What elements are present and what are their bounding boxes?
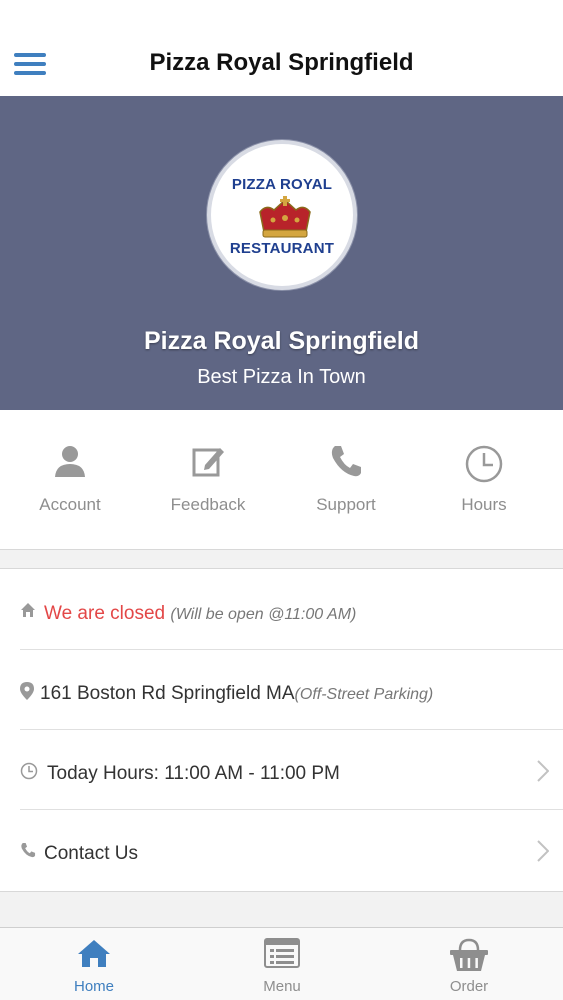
account-button[interactable]: Account xyxy=(0,410,140,550)
tab-home[interactable]: Home xyxy=(0,928,188,1000)
tab-home-label: Home xyxy=(73,978,114,995)
clock-icon xyxy=(20,762,38,780)
account-label: Account xyxy=(39,495,101,514)
contact-text: Contact Us xyxy=(44,843,138,864)
page-title: Pizza Royal Springfield xyxy=(149,49,414,76)
home-icon xyxy=(78,940,110,967)
crown-icon xyxy=(259,196,311,238)
tab-order[interactable]: Order xyxy=(375,928,563,1000)
logo-text-bottom: RESTAURANT xyxy=(229,240,335,257)
clock-icon xyxy=(465,445,503,483)
parking-note: (Off-Street Parking) xyxy=(294,686,434,703)
chevron-right-icon xyxy=(537,760,549,782)
restaurant-tagline: Best Pizza In Town xyxy=(197,366,366,388)
tab-order-label: Order xyxy=(449,978,489,995)
street-address: 161 Boston Rd Springfield MA xyxy=(40,683,295,704)
status-text: We are closed (Will be open @11:00 AM) xyxy=(44,603,356,625)
basket-icon xyxy=(450,938,488,971)
address-row[interactable]: 161 Boston Rd Springfield MA(Off-Street … xyxy=(20,650,563,730)
menu-list-icon xyxy=(264,938,300,968)
hours-label: Hours xyxy=(461,495,507,514)
top-bar: Pizza Royal Springfield xyxy=(0,0,563,96)
quick-actions-bar: Account Feedback Support Hours xyxy=(0,410,563,550)
section-divider xyxy=(0,550,563,569)
hours-button[interactable]: Hours xyxy=(414,410,554,550)
feedback-button[interactable]: Feedback xyxy=(138,410,278,550)
tab-menu[interactable]: Menu xyxy=(188,928,376,1000)
support-label: Support xyxy=(316,495,376,514)
tab-menu-label: Menu xyxy=(263,978,301,995)
store-icon xyxy=(21,603,35,617)
status-row: We are closed (Will be open @11:00 AM) xyxy=(20,570,563,650)
phone-icon xyxy=(21,842,36,858)
info-list: We are closed (Will be open @11:00 AM) 1… xyxy=(0,570,563,892)
chevron-right-icon xyxy=(537,840,549,862)
user-icon xyxy=(55,446,85,477)
hero-banner: PIZZA ROYAL RESTAURANT Pizza Royal Sprin… xyxy=(0,96,563,410)
bottom-tab-bar: Home Menu Order xyxy=(0,927,563,1000)
today-hours-text: Today Hours: 11:00 AM - 11:00 PM xyxy=(47,763,340,784)
support-button[interactable]: Support xyxy=(276,410,416,550)
logo-text-top: PIZZA ROYAL xyxy=(231,176,333,193)
edit-icon xyxy=(192,448,224,477)
phone-icon xyxy=(331,446,361,477)
today-hours-row[interactable]: Today Hours: 11:00 AM - 11:00 PM xyxy=(20,730,563,810)
reopen-note: (Will be open @11:00 AM) xyxy=(170,606,357,623)
closed-status: We are closed xyxy=(44,603,166,624)
contact-row[interactable]: Contact Us xyxy=(20,810,563,890)
content-spacer xyxy=(0,892,563,927)
map-pin-icon xyxy=(20,682,34,700)
feedback-label: Feedback xyxy=(170,495,246,514)
restaurant-logo: PIZZA ROYAL RESTAURANT xyxy=(207,140,357,290)
restaurant-name: Pizza Royal Springfield xyxy=(143,327,420,355)
address-text: 161 Boston Rd Springfield MA(Off-Street … xyxy=(40,683,433,705)
